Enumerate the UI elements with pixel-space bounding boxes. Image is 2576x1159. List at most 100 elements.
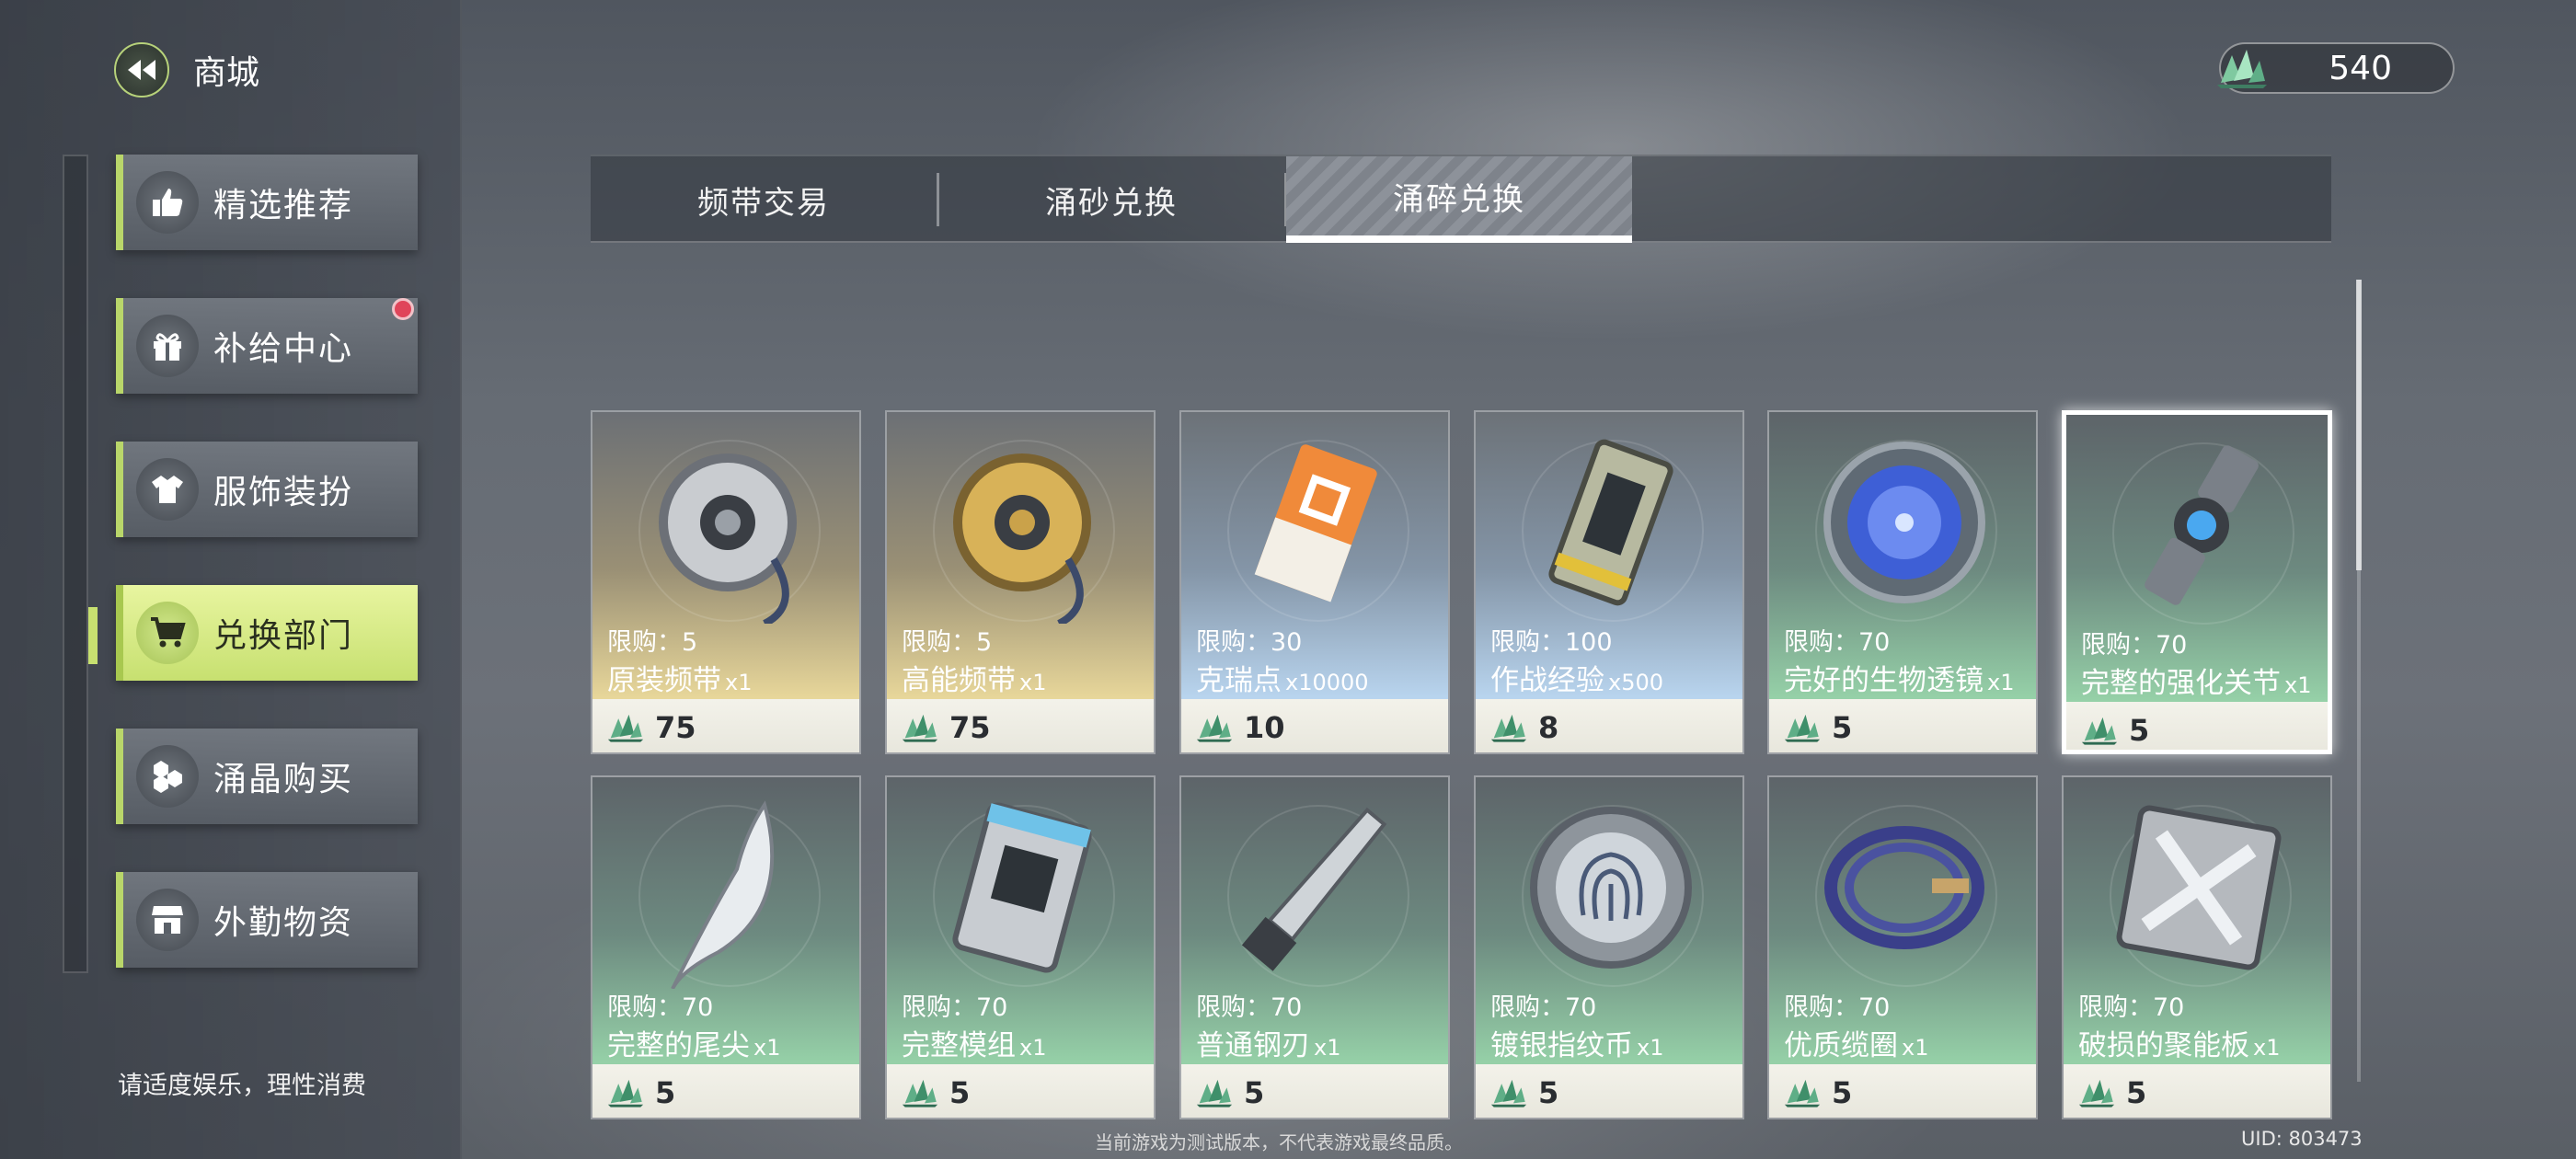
tab-shard-exchange[interactable]: 涌碎兑换	[1286, 156, 1632, 243]
item-card[interactable]: 限购：70 镀银指纹币 x1 5	[1474, 775, 1744, 1119]
sidebar-item-supply[interactable]: 补给中心	[116, 298, 418, 394]
sidebar-item-featured[interactable]: 精选推荐	[116, 155, 418, 250]
joint-icon	[2145, 445, 2259, 605]
item-card[interactable]: 限购：70 优质缆圈 x1 5	[1767, 775, 2038, 1119]
item-card[interactable]: 限购：70 完整模组 x1 5	[885, 775, 1156, 1119]
green-crystal-icon	[1194, 1077, 1235, 1108]
item-name: 完整的强化关节 x1	[2081, 660, 2311, 701]
purchase-limit: 限购：70	[1784, 993, 1891, 1022]
item-quantity: x10000	[1285, 670, 1369, 695]
item-name-text: 作战经验	[1490, 664, 1604, 697]
purchase-limit: 限购：70	[607, 993, 714, 1022]
purchase-limit: 限购：70	[902, 993, 1008, 1022]
active-indicator	[88, 607, 98, 664]
green-crystal-icon	[900, 712, 940, 743]
item-price: 8	[1538, 710, 1559, 745]
ticket-card-icon	[1254, 444, 1377, 602]
item-price: 5	[2126, 1075, 2147, 1110]
purchase-limit: 限购：70	[2078, 993, 2185, 1022]
purchase-limit: 限购：70	[1490, 993, 1597, 1022]
price-bar: 5	[1769, 699, 2036, 752]
item-name-text: 完好的生物透镜	[1784, 664, 1984, 697]
item-price: 5	[2129, 713, 2150, 748]
item-price: 5	[949, 1075, 971, 1110]
green-crystal-icon	[1782, 712, 1823, 743]
item-card[interactable]: 限购：5 原装频带 x1 75	[591, 410, 861, 754]
item-card[interactable]: 限购：70 完整的尾尖 x1 5	[591, 775, 861, 1119]
purchase-limit: 限购：5	[607, 628, 698, 657]
back-button[interactable]	[114, 42, 169, 98]
purchase-limit: 限购：70	[1196, 993, 1303, 1022]
crystals-icon	[136, 745, 199, 808]
green-crystal-icon	[1489, 712, 1529, 743]
item-quantity: x1	[2284, 672, 2312, 698]
sidebar-item-outfits[interactable]: 服饰装扮	[116, 442, 418, 537]
item-name-text: 克瑞点	[1196, 664, 1282, 697]
item-card[interactable]: 限购：70 普通钢刃 x1 5	[1179, 775, 1450, 1119]
uid-label: UID: 803473	[2241, 1128, 2363, 1150]
item-name: 破损的聚能板 x1	[2078, 1022, 2280, 1063]
item-quantity: x1	[1019, 670, 1047, 695]
steel-blade-icon	[1241, 807, 1387, 971]
moderation-notice: 请适度娱乐，理性消费	[118, 1072, 366, 1100]
test-version-notice: 当前游戏为测试版本，不代表游戏最终品质。	[1095, 1131, 1463, 1153]
purchase-limit: 限购：70	[2081, 631, 2188, 660]
sidebar-item-field-supplies[interactable]: 外勤物资	[116, 872, 418, 968]
notification-dot	[392, 298, 414, 320]
item-price: 75	[655, 710, 696, 745]
fingerprint-coin-icon	[1530, 807, 1692, 969]
price-bar: 5	[887, 1064, 1154, 1118]
item-card[interactable]: 限购：70 完好的生物透镜 x1 5	[1767, 410, 2038, 754]
item-card[interactable]: 限购：70 破损的聚能板 x1 5	[2062, 775, 2332, 1119]
gold-band-disc-icon	[953, 453, 1091, 624]
gift-icon	[136, 315, 199, 377]
data-chip-icon	[1548, 439, 1673, 606]
tab-band-trade[interactable]: 频带交易	[591, 156, 937, 243]
cart-icon	[136, 602, 199, 664]
item-name: 原装频带 x1	[607, 657, 752, 698]
item-card[interactable]: 限购：5 高能频带 x1 75	[885, 410, 1156, 754]
item-card[interactable]: 限购：100 作战经验 x500 8	[1474, 410, 1744, 754]
item-name-text: 原装频带	[607, 664, 721, 697]
purchase-limit: 限购：30	[1196, 628, 1303, 657]
price-bar: 5	[1476, 1064, 1742, 1118]
price-bar: 75	[887, 699, 1154, 752]
sidebar-item-label: 涌晶购买	[213, 761, 354, 798]
tab-sand-exchange[interactable]: 涌砂兑换	[938, 156, 1284, 243]
sidebar-item-label: 服饰装扮	[213, 474, 354, 511]
shirt-icon	[136, 458, 199, 521]
sidebar-item-crystal-purchase[interactable]: 涌晶购买	[116, 729, 418, 824]
module-box-icon	[952, 802, 1092, 973]
price-bar: 75	[592, 699, 859, 752]
green-crystal-icon	[605, 1077, 646, 1108]
item-name: 镀银指纹币 x1	[1490, 1022, 1663, 1063]
item-price: 5	[1538, 1075, 1559, 1110]
green-crystal-icon	[2079, 715, 2120, 746]
band-disc-icon	[659, 453, 797, 624]
item-name-text: 完整的尾尖	[607, 1029, 750, 1062]
item-quantity: x1	[1019, 1035, 1047, 1061]
item-card[interactable]: 限购：30 克瑞点 x10000 10	[1179, 410, 1450, 754]
item-name: 普通钢刃 x1	[1196, 1022, 1340, 1063]
price-bar: 10	[1181, 699, 1448, 752]
price-bar: 5	[1769, 1064, 2036, 1118]
sidebar-item-exchange[interactable]: 兑换部门	[116, 585, 418, 681]
price-bar: 5	[2066, 702, 2328, 750]
item-name: 作战经验 x500	[1490, 657, 1663, 698]
item-name-text: 普通钢刃	[1196, 1029, 1310, 1062]
item-name: 优质缆圈 x1	[1784, 1022, 1928, 1063]
item-quantity: x1	[1902, 1035, 1929, 1061]
item-card[interactable]: 限购：70 完整的强化关节 x1 5	[2062, 410, 2332, 754]
scrollbar-thumb[interactable]	[2356, 280, 2362, 570]
price-bar: 5	[2064, 1064, 2330, 1118]
sidebar-rail	[63, 155, 88, 973]
currency-display[interactable]: 540	[2217, 42, 2455, 94]
green-crystal-icon	[605, 712, 646, 743]
item-price: 5	[1244, 1075, 1265, 1110]
item-name: 完整的尾尖 x1	[607, 1022, 780, 1063]
green-crystal-icon	[2217, 50, 2267, 88]
thumbs-up-icon	[136, 171, 199, 234]
rewind-icon	[128, 60, 155, 80]
item-quantity: x1	[753, 1035, 781, 1061]
green-crystal-icon	[2076, 1077, 2117, 1108]
